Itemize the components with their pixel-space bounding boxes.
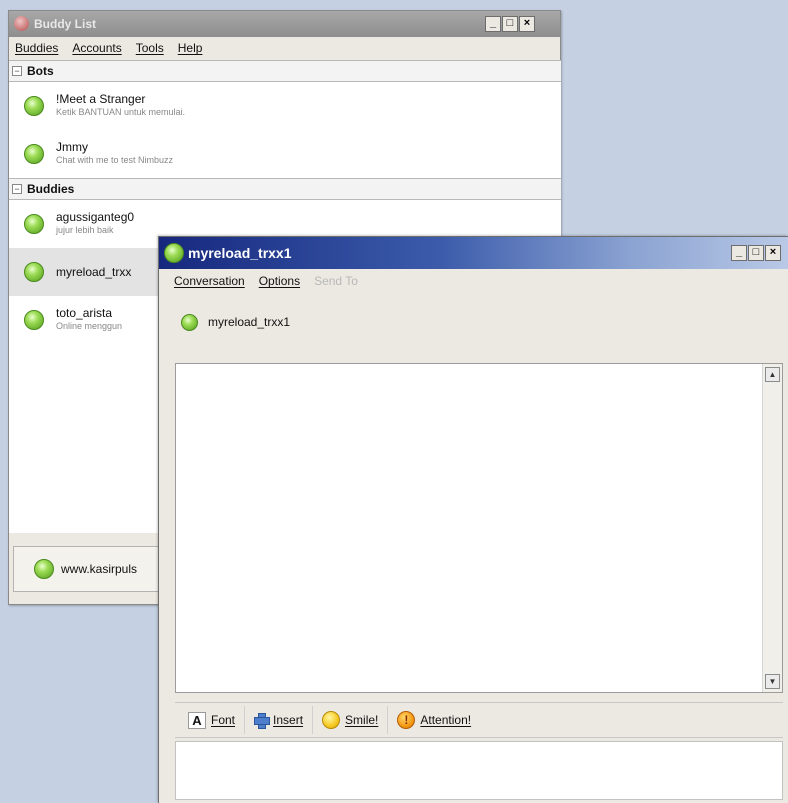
app-icon (14, 16, 29, 31)
window-title: myreload_trxx1 (188, 245, 292, 261)
font-button[interactable]: A Font (179, 706, 246, 734)
buddy-name: agussiganteg0 (56, 210, 135, 224)
font-icon: A (188, 711, 206, 729)
scroll-down-icon[interactable]: ▼ (765, 674, 780, 689)
online-status-icon (24, 96, 44, 116)
minimize-button[interactable]: _ (731, 245, 747, 261)
insert-label: Insert (273, 713, 304, 727)
buddy-status-message: Chat with me to test Nimbuzz (56, 155, 174, 165)
attention-button[interactable]: ! Attention! (388, 706, 480, 734)
online-status-icon (34, 559, 54, 579)
maximize-button[interactable]: □ (502, 16, 518, 32)
buddy-status-message: jujur lebih baik (56, 225, 114, 235)
online-status-icon (164, 243, 184, 263)
online-status-icon (181, 313, 198, 331)
format-toolbar: A Font Insert Smile! ! Attention! (175, 702, 783, 738)
close-button[interactable]: × (765, 245, 781, 261)
buddy-name: myreload_trxx (56, 264, 132, 279)
attention-icon: ! (397, 711, 416, 729)
buddy-name: Jmmy (56, 140, 88, 154)
buddy-row[interactable]: !Meet a Stranger Ketik BANTUAN untuk mem… (9, 82, 561, 130)
buddy-status-message: Ketik BANTUAN untuk memulai. (56, 107, 186, 117)
online-status-icon (24, 144, 44, 164)
menu-accounts[interactable]: Accounts (72, 41, 121, 55)
vertical-scrollbar[interactable]: ▲ ▼ (762, 364, 782, 692)
smile-label: Smile! (345, 713, 379, 727)
maximize-button[interactable]: □ (748, 245, 764, 261)
collapse-icon[interactable]: − (12, 66, 22, 76)
close-button[interactable]: × (519, 16, 535, 32)
buddy-status-message: Online menggun (56, 321, 123, 331)
smiley-icon (322, 711, 341, 729)
conversation-contact-header: myreload_trxx1 (159, 293, 788, 351)
buddy-name: toto_arista (56, 306, 113, 320)
smile-button[interactable]: Smile! (313, 706, 389, 734)
buddy-list-menubar: Buddies Accounts Tools Help (9, 37, 560, 59)
window-title: Buddy List (34, 17, 96, 31)
insert-plus-icon (254, 713, 271, 729)
menu-tools[interactable]: Tools (136, 41, 164, 55)
group-header-buddies[interactable]: − Buddies (9, 178, 561, 200)
group-name: Bots (27, 64, 54, 78)
conversation-titlebar[interactable]: myreload_trxx1 _ □ × (159, 237, 788, 269)
minimize-button[interactable]: _ (485, 16, 501, 32)
message-history[interactable]: ▲ ▼ (175, 363, 783, 693)
menu-options[interactable]: Options (259, 274, 300, 288)
font-label: Font (211, 713, 236, 727)
online-status-icon (24, 262, 44, 282)
contact-name: myreload_trxx1 (208, 315, 291, 329)
menu-buddies[interactable]: Buddies (15, 41, 58, 55)
group-name: Buddies (27, 182, 75, 196)
online-status-icon (24, 214, 44, 234)
message-input[interactable] (175, 741, 783, 800)
online-status-icon (24, 310, 44, 330)
buddy-row[interactable]: Jmmy Chat with me to test Nimbuzz (9, 130, 561, 178)
insert-button[interactable]: Insert (245, 706, 314, 734)
menu-send-to: Send To (314, 274, 358, 288)
buddy-list-titlebar[interactable]: Buddy List _ □ × (9, 11, 560, 37)
buddy-name: !Meet a Stranger (56, 92, 146, 106)
scroll-up-icon[interactable]: ▲ (765, 367, 780, 382)
menu-conversation[interactable]: Conversation (174, 274, 245, 288)
menu-help[interactable]: Help (178, 41, 203, 55)
collapse-icon[interactable]: − (12, 184, 22, 194)
attention-label: Attention! (420, 713, 472, 727)
status-text: www.kasirpuls (61, 562, 138, 576)
conversation-menubar: Conversation Options Send To (159, 269, 788, 293)
conversation-window: myreload_trxx1 _ □ × Conversation Option… (158, 236, 788, 803)
group-header-bots[interactable]: − Bots (9, 60, 561, 82)
